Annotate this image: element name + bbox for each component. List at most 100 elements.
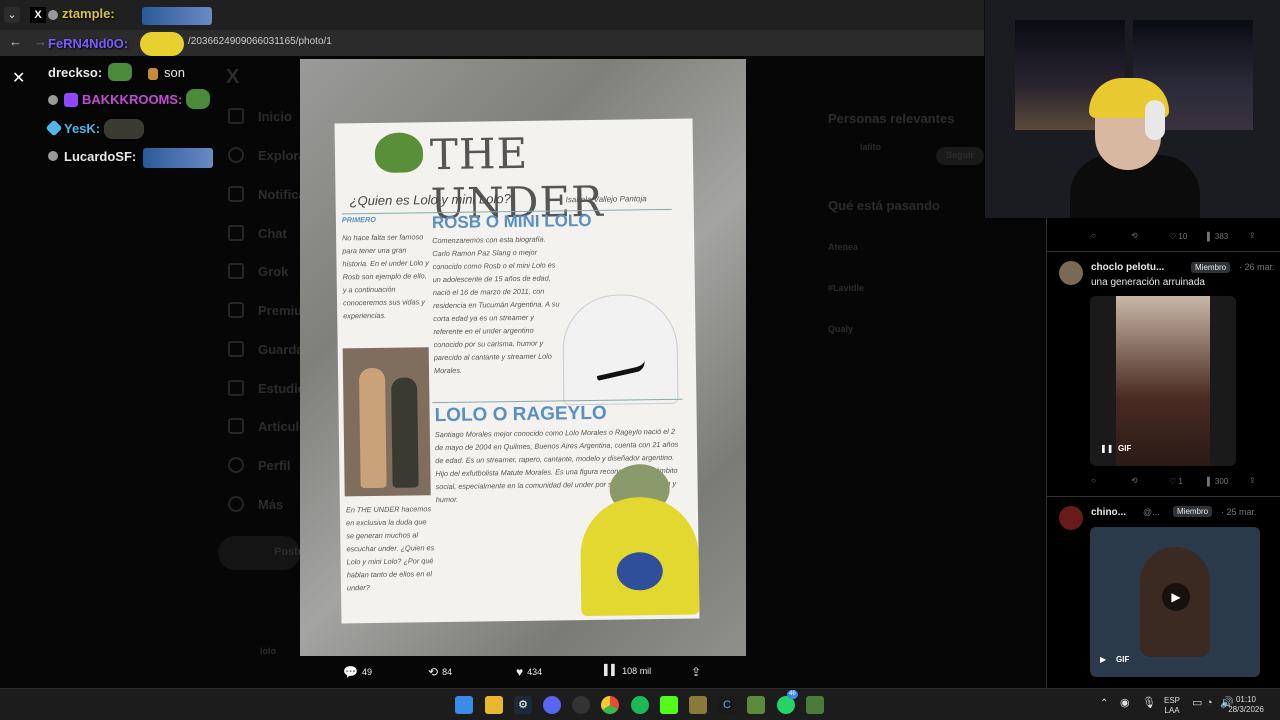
trending-title-dim: Qué está pasando xyxy=(828,198,940,213)
twitch-badge-icon xyxy=(64,93,78,107)
share-icon[interactable]: ⇪ xyxy=(1249,231,1256,240)
forward-icon[interactable]: → xyxy=(34,34,47,49)
windows-taskbar: ⚙ C 46 ⌃ ◉ 🎙 ESP LAA ▭ ◔ 🔊 01:10 28/3/20… xyxy=(0,688,1280,720)
like-stat[interactable]: ♥ 434 xyxy=(516,665,542,679)
follow-button-dim: Seguir xyxy=(936,147,984,165)
share-stat[interactable]: ⇪ xyxy=(691,665,701,679)
app-icon[interactable] xyxy=(689,696,707,714)
post-chino[interactable]: chino... @... Miembro · 25 mar. ▶ ▶ GIF xyxy=(1047,497,1280,687)
chat-username: FeRN4Nd0O: xyxy=(48,36,129,51)
post-username[interactable]: chino... xyxy=(1091,507,1126,518)
bar-chart-icon: ▌▌ xyxy=(604,665,619,676)
gif-badge: GIF xyxy=(1118,444,1132,453)
more-icon xyxy=(228,496,244,512)
duck-logo-icon xyxy=(616,551,664,591)
chat-message: son xyxy=(164,65,185,80)
paper-section-rosb: ROSB O MINI LOLO xyxy=(431,210,592,233)
reply-stat[interactable]: 💬 49 xyxy=(343,665,372,679)
view-count[interactable]: ▌ 383 xyxy=(1207,232,1228,241)
views-stat[interactable]: ▌▌ 108 mil xyxy=(604,665,651,676)
minecraft-icon[interactable] xyxy=(747,696,765,714)
tray-chevron-icon[interactable]: ⌃ xyxy=(1100,699,1108,709)
reply-icon[interactable]: ○ xyxy=(1091,476,1096,485)
studio-icon xyxy=(228,380,244,396)
gif-image xyxy=(1116,296,1210,466)
nav-item-estudio: Estudio xyxy=(258,381,306,396)
person-figure-1 xyxy=(358,367,387,489)
view-count[interactable]: ▌ 300 xyxy=(1207,477,1228,486)
play-icon[interactable]: ▶ xyxy=(1162,583,1190,611)
share-icon: ⇪ xyxy=(691,665,702,679)
chat-badge-icon xyxy=(48,95,58,105)
file-explorer-icon[interactable] xyxy=(485,696,503,714)
repost-icon[interactable]: ⟲ xyxy=(1131,231,1138,240)
photo-image: THE UNDER ¿Quien es Lolo y mini Lolo? Is… xyxy=(300,59,746,656)
car-emote xyxy=(143,148,213,168)
paper-section-lolo: LOLO O RAGEYLO xyxy=(434,402,607,427)
webcam-overlay xyxy=(985,0,1280,218)
car-emote xyxy=(142,7,212,25)
reply-icon[interactable]: ○ xyxy=(1091,231,1096,240)
tray-shield-icon[interactable]: ◉ xyxy=(1120,698,1130,709)
post-time[interactable]: · 25 mar. xyxy=(1221,507,1257,517)
like-count[interactable]: ♡ 10 xyxy=(1169,232,1187,241)
x-logo-icon[interactable]: X xyxy=(30,7,46,23)
screen: ⌄ X ← → /2036624909066031165/photo/1 X I… xyxy=(0,0,1280,720)
paper-text-bottom-left: En THE UNDER hacemos en exclusiva la dud… xyxy=(345,504,435,593)
pepe-emote xyxy=(186,89,210,109)
back-icon[interactable]: ← xyxy=(9,34,22,49)
newspaper-paper: THE UNDER ¿Quien es Lolo y mini Lolo? Is… xyxy=(334,118,700,624)
like-count[interactable]: ♡ 1 xyxy=(1169,477,1183,486)
kick-icon[interactable] xyxy=(660,696,678,714)
explore-icon xyxy=(228,147,244,163)
chrome-icon[interactable] xyxy=(601,696,619,714)
monitor-icon[interactable]: ▭ xyxy=(1192,698,1202,709)
pause-icon[interactable]: ❚❚ xyxy=(1100,444,1113,453)
bell-icon xyxy=(228,186,244,202)
post-text: una generación arruinada xyxy=(1091,277,1205,288)
play-small-icon[interactable]: ▶ xyxy=(1100,655,1106,664)
avatar[interactable] xyxy=(1059,506,1083,530)
replies-feed: ○ ⟲ ♡ 10 ▌ 383 ⇪ choclo pelotu... Miembr… xyxy=(1046,218,1280,688)
nav-item-grok: Grok xyxy=(258,264,289,279)
pepe-frog-drawing xyxy=(374,132,424,173)
post-handle[interactable]: @... xyxy=(1143,507,1160,517)
tab-menu-icon[interactable]: ⌄ xyxy=(4,7,20,23)
yellow-emote xyxy=(140,32,184,56)
url-text[interactable]: /2036624909066031165/photo/1 xyxy=(188,36,332,47)
gif-media[interactable]: ❚❚ GIF xyxy=(1090,296,1236,466)
grok-icon xyxy=(228,263,244,279)
clock[interactable]: 01:10 28/3/2026 xyxy=(1226,695,1266,715)
discord-icon[interactable] xyxy=(543,696,561,714)
post-button-dim: Postear xyxy=(218,536,314,570)
reply-icon: 💬 xyxy=(343,665,358,679)
post-username[interactable]: choclo pelotu... xyxy=(1091,262,1164,273)
steam-icon[interactable]: ⚙ xyxy=(514,696,532,714)
share-icon[interactable]: ⇪ xyxy=(1249,476,1256,485)
cursor-app-icon[interactable]: C xyxy=(718,696,736,714)
nike-swoosh-icon xyxy=(595,360,647,381)
post-choclo[interactable]: choclo pelotu... Miembro · 26 mar. una g… xyxy=(1047,252,1280,497)
chat-username: YesK: xyxy=(64,121,101,136)
language-indicator[interactable]: ESP LAA xyxy=(1162,696,1182,716)
mic-icon[interactable]: 🎙 xyxy=(1142,698,1156,709)
start-icon[interactable] xyxy=(455,696,473,714)
whatsapp-icon[interactable]: 46 xyxy=(777,690,798,714)
x-logo-dim-icon: X xyxy=(226,66,240,88)
spotify-icon[interactable] xyxy=(631,696,649,714)
close-viewer-icon[interactable]: ✕ xyxy=(12,68,25,88)
nav-item-mas: Más xyxy=(258,497,284,512)
yellow-beanie-drawing xyxy=(579,496,700,617)
post-time[interactable]: · 26 mar. xyxy=(1239,262,1275,272)
repost-icon[interactable]: ⟲ xyxy=(1131,476,1138,485)
pepe-emote xyxy=(108,63,132,81)
printed-photo xyxy=(342,347,431,497)
minecraft-launcher-icon[interactable] xyxy=(806,696,824,714)
trend-dim-1: Atenea xyxy=(828,242,859,252)
avatar[interactable] xyxy=(1059,261,1083,285)
trend-dim-3: Qualy xyxy=(828,324,854,334)
wifi-icon[interactable]: ◔ xyxy=(1206,698,1213,709)
gif-media[interactable]: ▶ ▶ GIF xyxy=(1090,527,1260,677)
obs-icon[interactable] xyxy=(572,696,590,714)
repost-stat[interactable]: ⟲ 84 xyxy=(428,665,452,679)
